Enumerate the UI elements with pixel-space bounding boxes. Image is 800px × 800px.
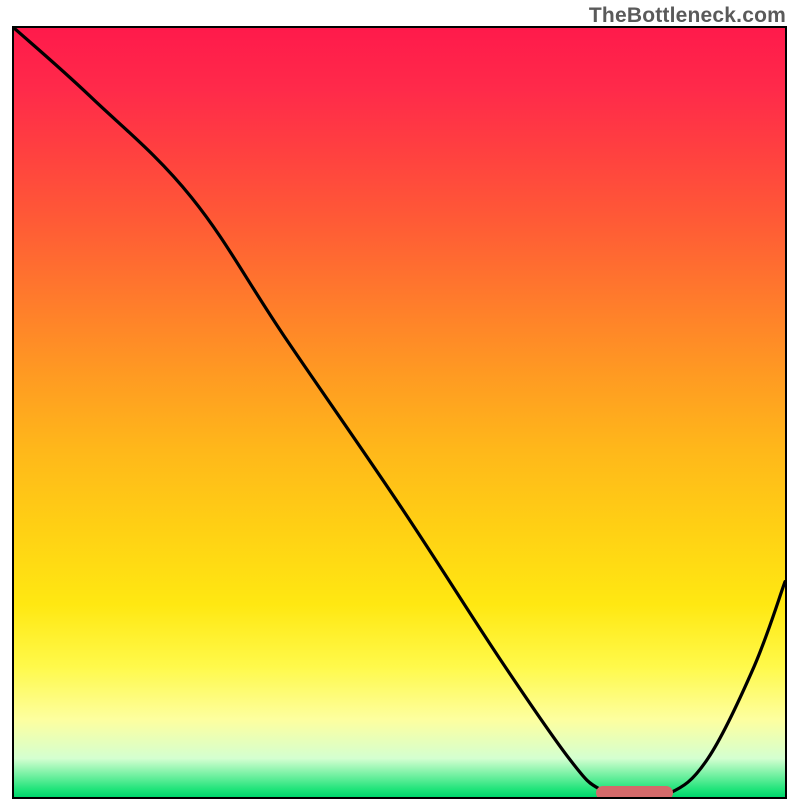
optimal-range-marker [596,786,673,799]
chart-frame [12,26,787,799]
bottleneck-curve [14,28,785,797]
attribution-text: TheBottleneck.com [589,4,786,28]
